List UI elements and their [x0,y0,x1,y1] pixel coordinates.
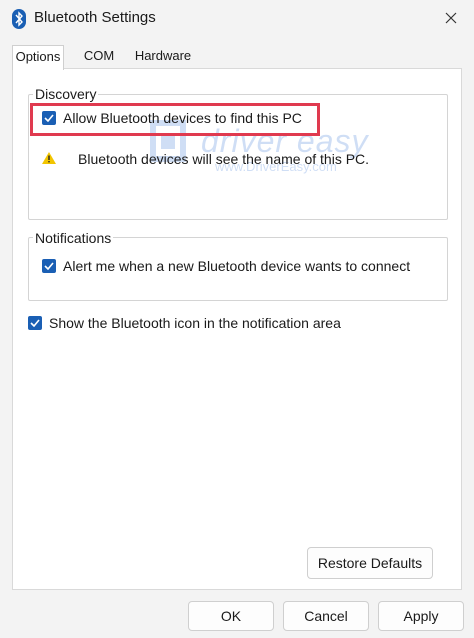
window-title: Bluetooth Settings [34,9,156,26]
apply-button[interactable]: Apply [378,601,464,631]
allow-discovery-label: Allow Bluetooth devices to find this PC [63,110,302,126]
warning-text: Bluetooth devices will see the name of t… [78,151,370,167]
ok-button[interactable]: OK [188,601,274,631]
notifications-legend: Notifications [33,230,114,246]
tab-com-ports[interactable]: COM Ports [67,45,131,85]
warning-icon [42,152,56,164]
bluetooth-icon [12,9,26,29]
options-panel: driver easy www.DriverEasy.com Discovery… [12,68,462,590]
allow-discovery-checkbox[interactable]: Allow Bluetooth devices to find this PC [42,110,302,126]
checkbox-checked-icon [28,316,42,330]
alert-new-device-checkbox[interactable]: Alert me when a new Bluetooth device wan… [42,258,410,274]
checkbox-checked-icon [42,259,56,273]
tab-options[interactable]: Options [12,45,64,70]
restore-defaults-button[interactable]: Restore Defaults [307,547,433,579]
tab-hardware[interactable]: Hardware [134,45,192,67]
discovery-legend: Discovery [33,86,99,102]
close-icon [445,12,457,24]
show-bluetooth-icon-checkbox[interactable]: Show the Bluetooth icon in the notificat… [28,315,341,331]
show-bluetooth-icon-label: Show the Bluetooth icon in the notificat… [49,315,341,331]
close-button[interactable] [428,0,474,36]
cancel-button[interactable]: Cancel [283,601,369,631]
checkbox-checked-icon [42,111,56,125]
title-bar: Bluetooth Settings [0,0,474,38]
alert-new-device-label: Alert me when a new Bluetooth device wan… [63,258,411,274]
